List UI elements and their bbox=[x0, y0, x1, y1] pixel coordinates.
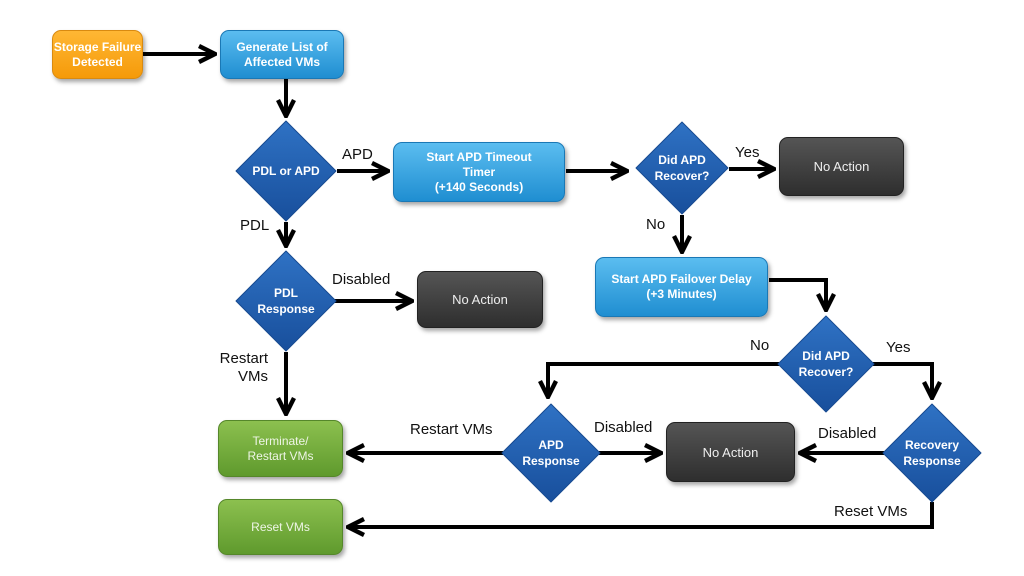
decision-did-apd-recover-2-label: Did APD Recover? bbox=[778, 346, 874, 382]
node-no-action-2: No Action bbox=[417, 271, 543, 328]
node-label-line: Restart VMs bbox=[247, 448, 314, 463]
edge-label-restart-vms-pdl: Restart VMs bbox=[218, 350, 268, 386]
node-label: No Action bbox=[702, 444, 759, 460]
node-no-action-1: No Action bbox=[779, 137, 904, 196]
decision-text: Response bbox=[522, 454, 580, 468]
edge-no-2 bbox=[548, 362, 779, 397]
decision-did-apd-recover-1-label: Did APD Recover? bbox=[636, 150, 728, 186]
decision-text: Did APD bbox=[658, 153, 706, 167]
decision-text: Did APD bbox=[802, 349, 850, 363]
node-label: Storage Failure Detected bbox=[53, 39, 142, 69]
decision-recovery-response-label: Recovery Response bbox=[883, 435, 981, 471]
edge-label-apd: APD bbox=[342, 146, 373, 163]
decision-text: Response bbox=[257, 302, 315, 316]
decision-text: PDL bbox=[274, 286, 298, 300]
node-label-line: Start APD Failover Delay bbox=[611, 272, 752, 286]
decision-text: Response bbox=[903, 454, 961, 468]
node-label-line: (+140 Seconds) bbox=[434, 179, 524, 194]
edge-label-yes-2: Yes bbox=[886, 339, 911, 356]
edge-label-reset-vms: Reset VMs bbox=[834, 503, 908, 520]
edge-label-disabled-recovery: Disabled bbox=[818, 425, 877, 442]
decision-apd-response-label: APD Response bbox=[502, 435, 600, 471]
decision-pdl-response-label: PDL Response bbox=[236, 283, 336, 319]
edge-label-disabled-apd: Disabled bbox=[594, 419, 653, 436]
edge-label-restart-vms-apd: Restart VMs bbox=[410, 421, 493, 438]
edge-label-line: Restart bbox=[219, 350, 268, 367]
decision-text: PDL or APD bbox=[252, 164, 320, 178]
decision-text: Recover? bbox=[798, 365, 854, 379]
node-generate-list: Generate List of Affected VMs bbox=[220, 30, 344, 79]
decision-text: Recover? bbox=[654, 169, 710, 183]
node-reset-vms: Reset VMs bbox=[218, 499, 343, 555]
decision-text: Recovery bbox=[904, 438, 960, 452]
edge-label-line: VMs bbox=[238, 368, 268, 385]
edge-label-no-1: No bbox=[646, 216, 666, 233]
node-storage-failure-detected: Storage Failure Detected bbox=[52, 30, 143, 79]
node-terminate-restart-vms: Terminate/ Restart VMs bbox=[218, 420, 343, 477]
node-apd-failover-delay: Start APD Failover Delay (+3 Minutes) bbox=[595, 257, 768, 317]
edge-label-pdl: PDL bbox=[240, 217, 270, 234]
node-label: Generate List of Affected VMs bbox=[236, 39, 328, 69]
node-label: No Action bbox=[813, 159, 870, 174]
edge-label-disabled-pdl: Disabled bbox=[332, 271, 391, 288]
node-label-line: Terminate/ bbox=[252, 433, 309, 448]
node-label: Reset VMs bbox=[251, 519, 310, 534]
node-label-line: Timer bbox=[462, 164, 496, 179]
node-apd-timeout-timer: Start APD Timeout Timer (+140 Seconds) bbox=[393, 142, 565, 202]
node-label-line: Start APD Timeout bbox=[426, 149, 532, 164]
node-label: No Action bbox=[452, 292, 508, 307]
edge-label-yes-1: Yes bbox=[735, 144, 760, 161]
edge-failover-to-recover bbox=[769, 278, 826, 310]
decision-text: APD bbox=[538, 438, 564, 452]
node-no-action-3: No Action bbox=[666, 422, 795, 482]
node-label-line: (+3 Minutes) bbox=[646, 287, 717, 301]
edge-yes-2 bbox=[873, 362, 932, 398]
edge-label-no-2: No bbox=[750, 337, 770, 354]
decision-pdl-or-apd-label: PDL or APD bbox=[236, 151, 336, 191]
